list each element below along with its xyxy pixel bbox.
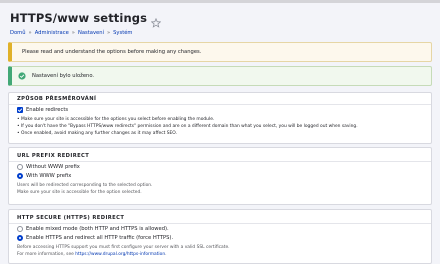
https-redirect-legend: HTTP SECURE (HTTPS) REDIRECT [17,215,125,221]
check-icon [17,108,23,112]
redirect-bullet-3: • Once enabled, avoid making any further… [17,131,177,136]
warning-message: Please read and understand the options b… [8,42,432,62]
breadcrumb-separator: » [106,30,111,36]
check-circle-icon [18,72,26,80]
https-info-link[interactable]: https://www.drupal.org/https-information [75,252,165,257]
divider [9,161,431,162]
breadcrumb: Domů » Administrace » Nastavení » Systém [10,30,132,36]
with-www-radio-row[interactable]: With WWW prefix [17,173,71,179]
without-www-radio-row[interactable]: Without WWW prefix [17,164,80,170]
https-note-2: For more information, see https://www.dr… [17,252,167,257]
page-header: HTTPS/www settings [10,9,162,28]
url-prefix-fieldset: URL PREFIX REDIRECT Without WWW prefix W… [8,147,432,205]
mixed-mode-label[interactable]: Enable mixed mode (both HTTP and HTTPS i… [26,226,169,232]
https-redirect-fieldset: HTTP SECURE (HTTPS) REDIRECT Enable mixe… [8,209,432,264]
https-note-1: Before accessing HTTPS support you must … [17,245,230,250]
force-https-radio[interactable] [17,235,23,241]
status-message: Nastavení bylo uloženo. [8,66,432,86]
breadcrumb-link-administration[interactable]: Administrace [35,30,69,36]
https-note-2-prefix: For more information, see [17,252,76,257]
divider [9,223,431,224]
redirect-method-fieldset: ZPŮSOB PŘESMĚROVÁNÍ Enable redirects • M… [8,92,432,144]
page-title: HTTPS/www settings [10,11,148,25]
enable-redirects-label[interactable]: Enable redirects [26,107,68,113]
with-www-radio[interactable] [17,173,23,179]
top-bar [0,0,440,3]
breadcrumb-separator: » [28,30,32,36]
divider [9,104,431,105]
warning-message-text: Please read and understand the options b… [22,49,202,55]
https-note-2-suffix: . [165,252,167,257]
redirect-bullet-2: • If you don't have the "Bypass HTTPS/ww… [17,124,358,129]
mixed-mode-radio-row[interactable]: Enable mixed mode (both HTTP and HTTPS i… [17,226,169,232]
force-https-radio-row[interactable]: Enable HTTPS and redirect all HTTP traff… [17,235,173,241]
without-www-label[interactable]: Without WWW prefix [26,164,80,170]
with-www-label[interactable]: With WWW prefix [26,173,71,179]
url-prefix-legend: URL PREFIX REDIRECT [17,153,90,159]
breadcrumb-separator: » [71,30,75,36]
without-www-radio[interactable] [17,164,23,170]
redirect-method-legend: ZPŮSOB PŘESMĚROVÁNÍ [17,96,97,102]
breadcrumb-link-home[interactable]: Domů [10,30,26,36]
breadcrumb-link-system[interactable]: Systém [113,30,132,36]
force-https-label[interactable]: Enable HTTPS and redirect all HTTP traff… [26,235,173,241]
breadcrumb-link-settings[interactable]: Nastavení [78,30,104,36]
redirect-bullet-1: • Make sure your site is accessible for … [17,117,215,122]
url-prefix-note-1: Users will be redirected corresponding t… [17,183,153,188]
enable-redirects-checkbox[interactable] [17,107,23,113]
mixed-mode-radio[interactable] [17,226,23,232]
url-prefix-note-2: Make sure your site is accessible for th… [17,190,142,195]
enable-redirects-checkbox-row[interactable]: Enable redirects [17,107,68,113]
star-icon[interactable] [150,13,162,28]
status-message-text: Nastavení bylo uloženo. [32,73,95,79]
